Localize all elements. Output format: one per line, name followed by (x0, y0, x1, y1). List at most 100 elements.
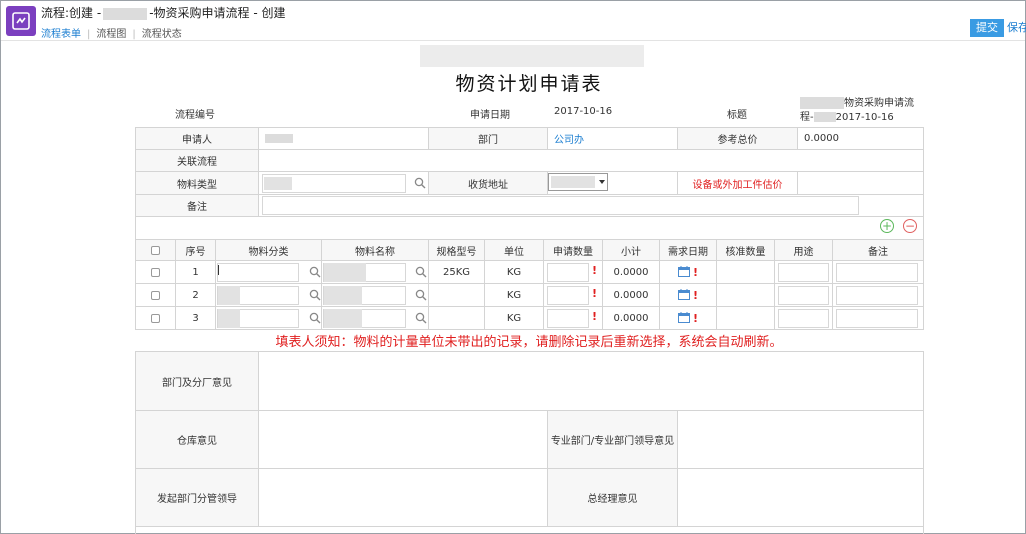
table-row (135, 306, 176, 330)
redacted-block (218, 309, 240, 328)
dept-opinion-label: 部门及分厂意见 (135, 351, 259, 411)
quantity-input[interactable] (547, 309, 589, 328)
department-label: 部门 (428, 127, 548, 150)
col-header-unit: 单位 (484, 239, 544, 261)
header: 流程:创建 - -物资采购申请流程 - 创建 流程表单 | 流程图 | 流程状态 提交 保… (1, 1, 1026, 41)
delivery-address-label: 收货地址 (428, 171, 548, 195)
dept-opinion-field[interactable] (258, 351, 924, 411)
related-flow-field[interactable] (258, 149, 924, 172)
category-input[interactable] (217, 263, 299, 282)
estimate-value[interactable] (797, 171, 924, 195)
specialist-opinion-label: 专业部门/专业部门领导意见 (547, 410, 678, 469)
row-remark-input[interactable] (836, 309, 918, 328)
subject-label: 标题 (727, 110, 747, 121)
redacted-block (265, 134, 293, 143)
tab-flow-status[interactable]: 流程状态 (142, 25, 182, 40)
row-checkbox[interactable] (151, 290, 160, 300)
col-header-usage: 用途 (774, 239, 833, 261)
tab-divider: | (87, 29, 91, 40)
remark-label: 备注 (135, 194, 259, 217)
workflow-logo-icon (6, 6, 36, 36)
add-row-icon[interactable]: + (880, 219, 894, 233)
search-icon[interactable] (415, 266, 427, 278)
calendar-icon[interactable] (678, 266, 690, 277)
approval-next-row (135, 526, 924, 534)
col-header-no: 序号 (175, 239, 216, 261)
estimate-link[interactable]: 设备或外加工件估价 (677, 171, 798, 195)
tab-flow-chart[interactable]: 流程图 (96, 25, 126, 40)
detail-toolbar (135, 216, 924, 240)
title-suffix: -物资采购申请流程 - 创建 (149, 6, 286, 20)
usage-input[interactable] (778, 263, 829, 282)
remove-row-icon[interactable]: − (903, 219, 917, 233)
specialist-opinion-field[interactable] (677, 410, 924, 469)
ref-total-label: 参考总价 (677, 127, 798, 150)
row-spec: 25KG (428, 260, 485, 284)
search-icon[interactable] (414, 177, 426, 189)
row-no: 1 (175, 260, 216, 284)
search-icon[interactable] (415, 312, 427, 324)
subject-line1: 物资采购申请流 (844, 98, 914, 109)
subject-line2-date: 2017-10-16 (835, 112, 894, 123)
flow-no-label: 流程编号 (175, 110, 215, 121)
usage-input[interactable] (778, 309, 829, 328)
calendar-icon[interactable] (678, 289, 690, 300)
text-cursor (218, 265, 219, 275)
title-prefix: 流程:创建 - (41, 6, 102, 20)
row-subtotal: 0.0000 (602, 306, 660, 330)
calendar-icon[interactable] (678, 312, 690, 323)
applicant-label: 申请人 (135, 127, 259, 150)
save-button[interactable]: 保存 (1007, 19, 1026, 37)
initiator-leader-field[interactable] (258, 468, 548, 527)
remark-input[interactable] (262, 196, 859, 215)
warehouse-opinion-label: 仓库意见 (135, 410, 259, 469)
table-row (135, 260, 176, 284)
tab-flow-form[interactable]: 流程表单 (41, 25, 81, 40)
col-header-need-date: 需求日期 (659, 239, 717, 261)
row-unit: KG (484, 260, 544, 284)
required-mark: ! (592, 264, 598, 277)
row-unit: KG (484, 283, 544, 307)
col-header-approved-qty: 核准数量 (716, 239, 775, 261)
applicant-value (258, 127, 429, 150)
search-icon[interactable] (309, 312, 321, 324)
search-icon[interactable] (309, 289, 321, 301)
initiator-leader-label: 发起部门分管领导 (135, 468, 259, 527)
redacted-block (103, 7, 148, 20)
row-subtotal: 0.0000 (602, 283, 660, 307)
row-remark-input[interactable] (836, 286, 918, 305)
table-row (135, 283, 176, 307)
chevron-down-icon (599, 180, 605, 184)
window-title: 流程:创建 - -物资采购申请流程 - 创建 (41, 4, 286, 21)
row-checkbox[interactable] (151, 313, 160, 323)
fill-notice: 填表人须知：物料的计量单位未带出的记录，请删除记录后重新选择，系统会自动刷新。 (275, 335, 783, 350)
row-no: 3 (175, 306, 216, 330)
row-spec (428, 306, 485, 330)
submit-button[interactable]: 提交 (970, 19, 1004, 37)
row-spec (428, 283, 485, 307)
select-all-cell (135, 239, 176, 261)
redacted-block (551, 176, 595, 188)
col-header-remark: 备注 (832, 239, 924, 261)
required-mark: ! (693, 312, 699, 325)
row-remark-input[interactable] (836, 263, 918, 282)
search-icon[interactable] (309, 266, 321, 278)
redacted-block (264, 177, 292, 190)
warehouse-opinion-field[interactable] (258, 410, 548, 469)
flow-tabs: 流程表单 | 流程图 | 流程状态 (41, 25, 182, 40)
col-header-category: 物料分类 (215, 239, 322, 261)
redacted-block (800, 97, 844, 109)
row-checkbox[interactable] (151, 267, 160, 277)
select-all-checkbox[interactable] (151, 245, 160, 255)
search-icon[interactable] (415, 289, 427, 301)
usage-input[interactable] (778, 286, 829, 305)
quantity-input[interactable] (547, 286, 589, 305)
row-approved-qty (716, 260, 775, 284)
required-mark: ! (693, 289, 699, 302)
related-flow-label: 关联流程 (135, 149, 259, 172)
col-header-quantity: 申请数量 (543, 239, 603, 261)
row-unit: KG (484, 306, 544, 330)
gm-opinion-field[interactable] (677, 468, 924, 527)
quantity-input[interactable] (547, 263, 589, 282)
gm-opinion-label: 总经理意见 (547, 468, 678, 527)
